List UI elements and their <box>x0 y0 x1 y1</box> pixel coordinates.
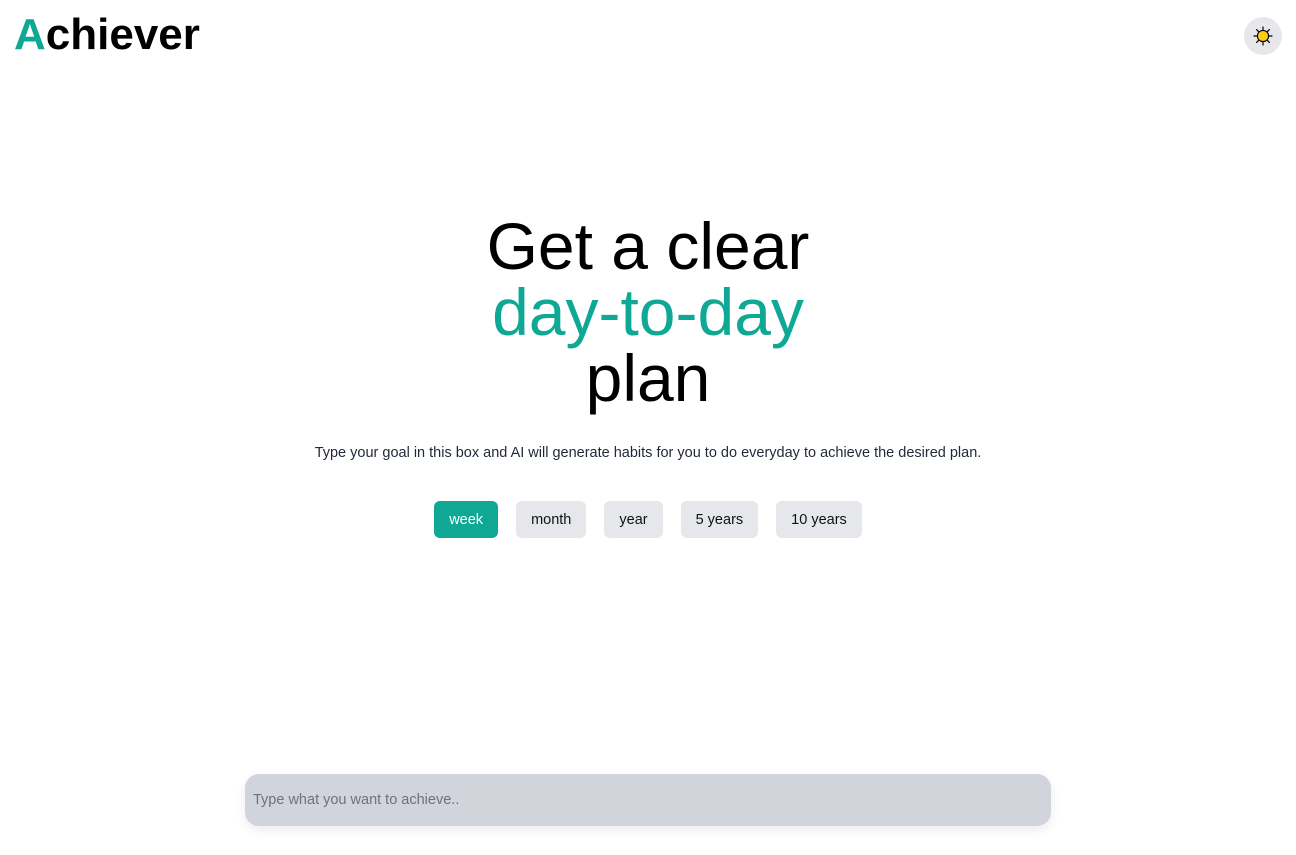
period-selector: week month year 5 years 10 years <box>0 501 1296 538</box>
page: Achiever Get a clear day-to-day plan Typ… <box>0 0 1296 855</box>
logo-rest: chiever <box>45 10 200 59</box>
hero-heading: Get a clear day-to-day plan <box>0 213 1296 411</box>
theme-toggle-button[interactable] <box>1244 17 1282 55</box>
subtitle: Type your goal in this box and AI will g… <box>314 445 982 461</box>
period-button-5-years[interactable]: 5 years <box>680 501 759 538</box>
period-button-year[interactable]: year <box>604 501 663 538</box>
period-button-10-years[interactable]: 10 years <box>776 501 862 538</box>
period-button-week[interactable]: week <box>434 501 499 538</box>
goal-input[interactable] <box>245 774 1051 826</box>
logo-first-letter: A <box>14 10 46 59</box>
hero-line-3: plan <box>585 341 711 415</box>
period-button-month[interactable]: month <box>516 501 587 538</box>
sun-icon <box>1253 26 1273 46</box>
goal-input-container <box>245 774 1051 826</box>
app-logo[interactable]: Achiever <box>14 10 200 60</box>
hero-line-2-accent: day-to-day <box>492 275 804 349</box>
hero-line-1: Get a clear <box>486 209 810 283</box>
